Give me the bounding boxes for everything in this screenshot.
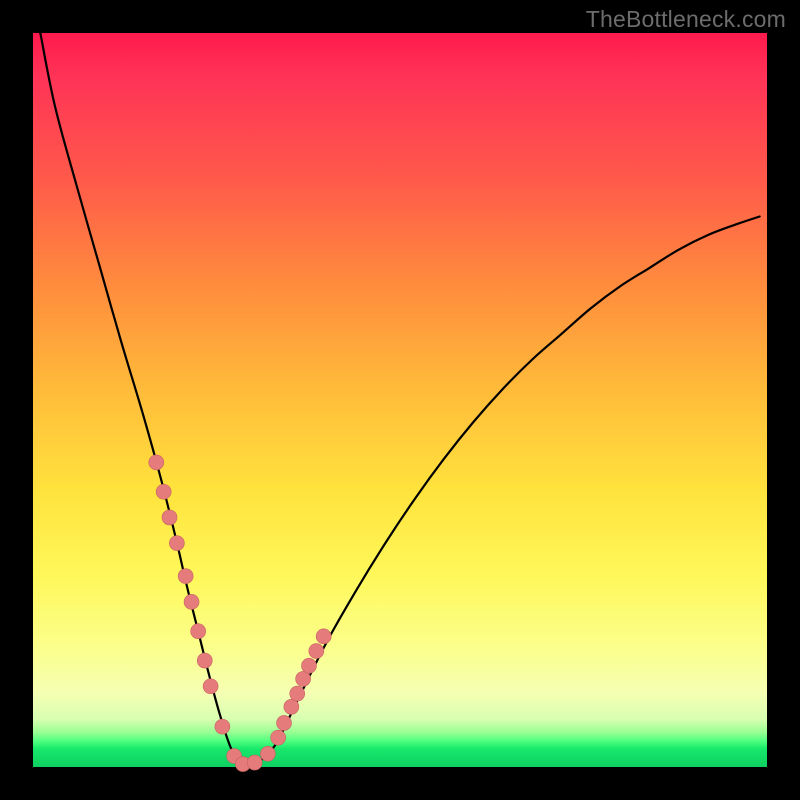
highlight-bead [277,715,292,730]
chart-svg [33,33,767,767]
highlight-beads [149,455,331,772]
bottleneck-curve [40,33,759,766]
highlight-bead [247,755,262,770]
highlight-bead [260,746,275,761]
highlight-bead [290,686,305,701]
highlight-bead [296,671,311,686]
highlight-bead [215,719,230,734]
watermark-text: TheBottleneck.com [586,6,786,33]
highlight-bead [284,699,299,714]
highlight-bead [309,644,324,659]
highlight-bead [271,730,286,745]
highlight-bead [197,653,212,668]
highlight-bead [169,536,184,551]
plot-area [33,33,767,767]
highlight-bead [156,484,171,499]
highlight-bead [184,594,199,609]
highlight-bead [149,455,164,470]
highlight-bead [191,624,206,639]
outer-frame: TheBottleneck.com [0,0,800,800]
highlight-bead [178,569,193,584]
highlight-bead [316,629,331,644]
highlight-bead [203,679,218,694]
highlight-bead [301,658,316,673]
highlight-bead [162,510,177,525]
